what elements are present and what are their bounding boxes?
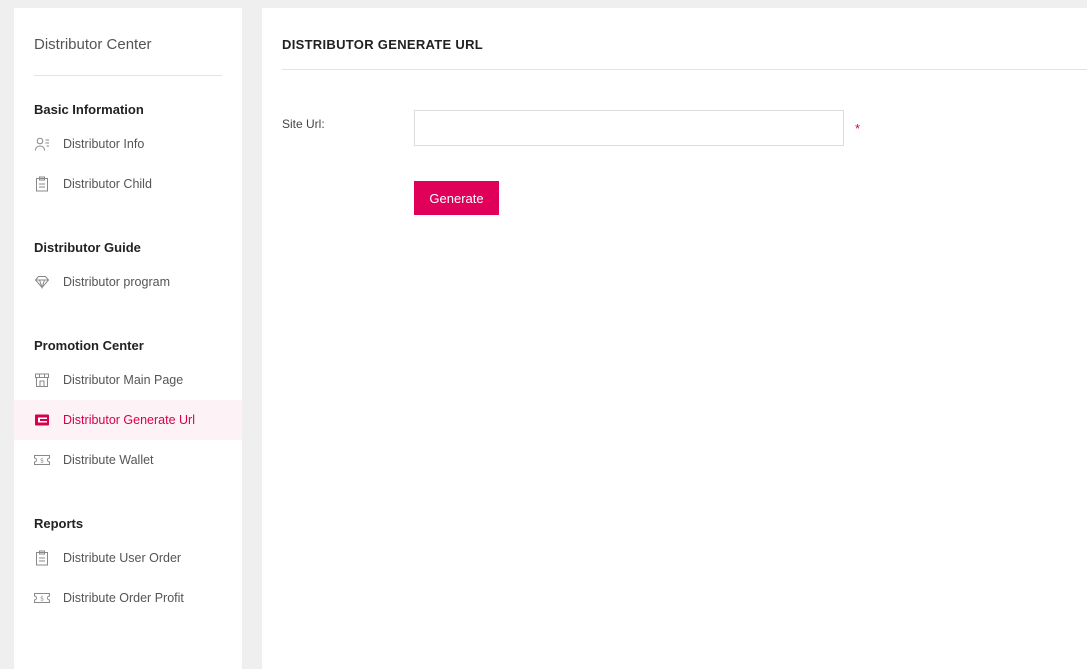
sidebar-item-distribute-wallet[interactable]: $ Distribute Wallet [14,440,242,480]
money-bill-icon: $ [34,452,50,468]
generate-button[interactable]: Generate [414,181,499,215]
sidebar-item-distributor-program[interactable]: Distributor program [14,262,242,302]
site-url-label: Site Url: [282,117,325,131]
sidebar-item-distributor-info[interactable]: Distributor Info [14,124,242,164]
sidebar-title: Distributor Center [34,36,152,53]
sidebar-item-label: Distributor Child [63,177,152,191]
page: Distributor Center Basic Information Dis… [0,0,1087,669]
sidebar-item-distributor-child[interactable]: Distributor Child [14,164,242,204]
svg-text:$: $ [40,458,44,465]
site-url-input[interactable] [414,110,844,146]
sidebar-item-distributor-generate-url[interactable]: Distributor Generate Url [14,400,242,440]
page-title: DISTRIBUTOR GENERATE URL [282,37,483,52]
sidebar-item-distribute-order-profit[interactable]: $ Distribute Order Profit [14,578,242,618]
sidebar-item-label: Distribute Wallet [63,453,154,467]
wallet-icon [34,412,50,428]
title-divider [282,69,1087,70]
section-heading-reports: Reports [34,516,84,531]
required-mark: * [855,121,861,136]
section-heading-promotion-center: Promotion Center [34,338,144,353]
user-card-icon [34,136,50,152]
storefront-icon [34,372,50,388]
sidebar-item-label: Distribute User Order [63,551,182,565]
sidebar-item-label: Distributor Main Page [63,373,184,387]
sidebar: Distributor Center Basic Information Dis… [14,8,242,669]
section-heading-distributor-guide: Distributor Guide [34,240,141,255]
sidebar-item-distributor-main-page[interactable]: Distributor Main Page [14,360,242,400]
sidebar-item-label: Distribute Order Profit [63,591,184,605]
sidebar-item-label: Distributor program [63,275,170,289]
sidebar-item-label: Distributor Info [63,137,145,151]
sidebar-divider [34,75,222,76]
diamond-icon [34,274,50,290]
money-bill-icon: $ [34,590,50,606]
svg-text:$: $ [40,596,44,603]
sidebar-item-distribute-user-order[interactable]: Distribute User Order [14,538,242,578]
section-heading-basic-information: Basic Information [34,102,144,117]
sidebar-item-label: Distributor Generate Url [63,413,195,427]
clipboard-icon [34,550,50,566]
clipboard-icon [34,176,50,192]
main-panel: DISTRIBUTOR GENERATE URL Site Url: * Gen… [262,8,1087,669]
